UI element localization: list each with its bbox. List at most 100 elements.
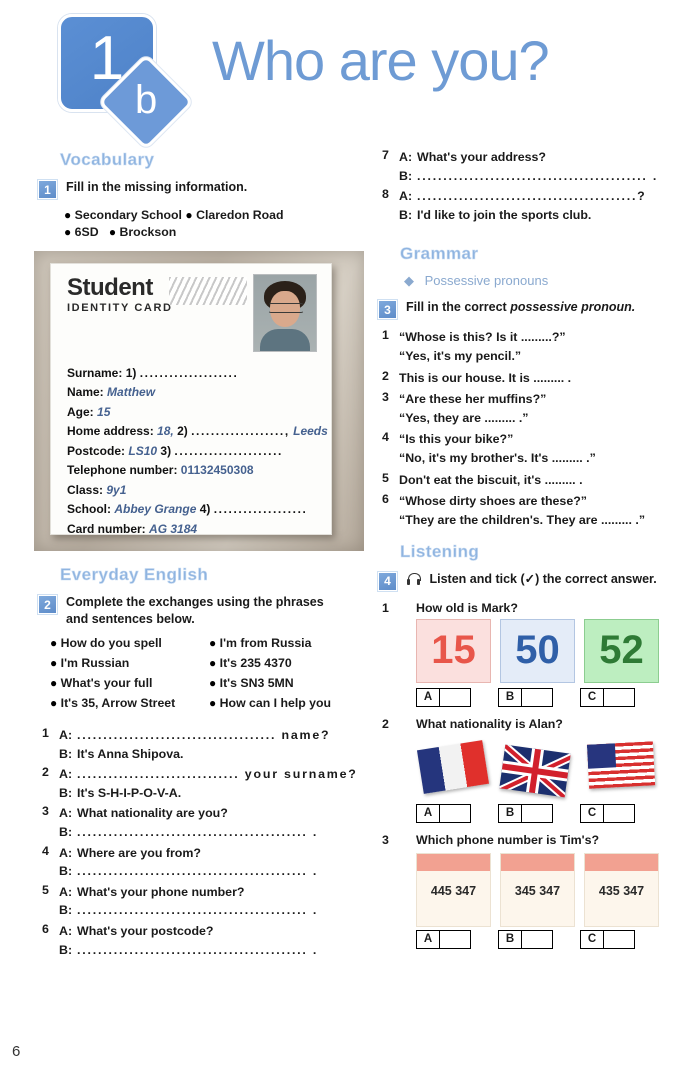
speaker-b-label: B: <box>59 746 73 761</box>
answer-blank[interactable]: ..................., <box>191 424 290 438</box>
wordbank-item: Secondary School <box>74 208 182 222</box>
answer-blank[interactable]: ...................... <box>174 444 283 458</box>
answer-blank[interactable]: ...................................... n… <box>77 726 368 745</box>
item-number: 1 <box>382 600 389 615</box>
instruction-plain: Fill in the correct <box>406 300 511 315</box>
tick-box[interactable] <box>604 803 635 823</box>
grammar-line[interactable]: “They are the children's. They are .....… <box>399 511 683 530</box>
vocabulary-heading: Vocabulary <box>60 150 155 170</box>
grammar-line[interactable]: “No, it's my brother's. It's ......... .… <box>399 449 683 468</box>
field-marker: 1) <box>125 366 137 380</box>
bullet-icon: ● <box>50 676 58 690</box>
exercise-2-row: 2 Complete the exchanges using the phras… <box>38 594 368 627</box>
speaker-b-label: B: <box>59 785 73 800</box>
field-marker: 3) <box>160 443 172 458</box>
bullet-icon: ● <box>64 208 72 222</box>
wordbank-line: ● Secondary School ● Claredon Road <box>64 208 368 222</box>
exchange-item: 2 A: ............................... your… <box>42 765 368 802</box>
tick-box[interactable] <box>440 929 471 949</box>
page-title: Who are you? <box>212 29 550 92</box>
right-column: 7 A: What's your address? B:.............… <box>378 148 683 949</box>
answer-blank[interactable]: ............................... your sur… <box>77 765 368 784</box>
option-letter: B <box>498 803 522 823</box>
answer-blank[interactable]: ........................................… <box>417 187 683 206</box>
item-number: 1 <box>382 328 389 343</box>
answer-option-c[interactable]: C <box>580 687 653 707</box>
option-letter: B <box>498 929 522 949</box>
exercise-2-badge: 2 <box>38 595 57 614</box>
answer-option-b[interactable]: B <box>498 803 571 823</box>
answer-blank[interactable]: ........................................… <box>77 901 368 920</box>
tick-box[interactable] <box>604 687 635 707</box>
exchange-item: 8 A:....................................… <box>382 187 683 224</box>
option-letter: C <box>580 929 604 949</box>
card-header-band <box>417 853 490 871</box>
tick-box[interactable] <box>522 687 553 707</box>
answer-option-a[interactable]: A <box>416 803 489 823</box>
bullet-icon: ● <box>209 696 217 710</box>
number-card-b: 50 <box>500 618 575 683</box>
grammar-line[interactable]: Don't eat the biscuit, it's ......... . <box>399 471 683 490</box>
usa-flag-icon <box>586 740 656 789</box>
listening-instruction-text: Listen and tick (✓) the correct answer. <box>429 571 657 586</box>
bullet-icon: ● <box>64 225 72 239</box>
answer-blank[interactable]: ........................................… <box>77 823 368 842</box>
id-card-subtitle: IDENTITY CARD <box>67 302 173 314</box>
tick-box[interactable] <box>440 687 471 707</box>
question-text: What's your address? <box>417 150 546 164</box>
answer-option-c[interactable]: C <box>580 929 653 949</box>
glasses-icon <box>268 303 304 313</box>
bullet-icon: ● <box>209 676 217 690</box>
tick-box[interactable] <box>522 803 553 823</box>
tick-box[interactable] <box>522 929 553 949</box>
grammar-line[interactable]: “Yes, they are ......... .” <box>399 409 683 428</box>
speaker-a-label: A: <box>399 189 413 204</box>
field-value: LS10 <box>128 443 158 458</box>
item-number: 3 <box>382 390 389 405</box>
speaker-b-label: B: <box>59 825 73 840</box>
grammar-line: “Are these her muffins?” <box>399 392 547 407</box>
phone-number: 435 347 <box>598 883 645 898</box>
id-field-name: Name: Matthew <box>67 383 319 402</box>
phrase-item: ● How can I help you <box>209 696 332 710</box>
grammar-heading: Grammar <box>400 244 479 264</box>
answer-blank[interactable]: ................... <box>214 502 308 516</box>
id-field-school: School: Abbey Grange 4) ................… <box>67 500 319 519</box>
item-number: 2 <box>382 368 389 383</box>
answer-blank[interactable]: .................... <box>140 366 239 380</box>
field-value-suffix: Leeds <box>293 424 328 439</box>
bullet-icon: ● <box>108 225 117 239</box>
answer-blank[interactable]: ........................................… <box>77 941 368 960</box>
speaker-a-label: A: <box>59 845 73 860</box>
answer-option-c[interactable]: C <box>580 803 653 823</box>
question-text: What nationality is Alan? <box>416 716 563 731</box>
exchange-item: 5 A: What's your phone number? B:........… <box>42 883 368 920</box>
answer-blank[interactable]: ........................................… <box>77 862 368 881</box>
id-card-title-block: Student IDENTITY CARD <box>67 274 173 315</box>
answer-option-b[interactable]: B <box>498 929 571 949</box>
speaker-b-label: B: <box>59 864 73 879</box>
bullet-icon: ● <box>185 208 193 222</box>
option-letter: A <box>416 929 440 949</box>
id-field-telephone: Telephone number: 01132450308 <box>67 461 319 480</box>
answer-blank[interactable]: ........................................… <box>417 167 683 186</box>
exercise-1-instruction: Fill in the missing information. <box>66 180 248 194</box>
tick-box[interactable] <box>440 803 471 823</box>
answer-option-b[interactable]: B <box>498 687 571 707</box>
phrase-item: ● It's 235 4370 <box>209 656 292 670</box>
grammar-item: 5 Don't eat the biscuit, it's ......... … <box>382 471 683 490</box>
instruction-line-1: Complete the exchanges using the phrases <box>66 595 324 609</box>
exercise-4-badge: 4 <box>378 571 397 591</box>
grammar-line: “Yes, it's my pencil.” <box>399 349 522 364</box>
answer-option-a[interactable]: A <box>416 687 489 707</box>
grammar-item: 6 “Whose dirty shoes are these?” “They a… <box>382 492 683 529</box>
grammar-line[interactable]: “Whose is this? Is it .........?” <box>399 328 683 347</box>
id-card-title: Student <box>67 274 153 301</box>
tick-box[interactable] <box>604 929 635 949</box>
answer-option-a[interactable]: A <box>416 929 489 949</box>
option-letter: A <box>416 687 440 707</box>
item-number: 1 <box>42 726 49 740</box>
answer-text: I'd like to join the sports club. <box>417 207 592 222</box>
unit-letter: b <box>134 78 158 122</box>
grammar-line[interactable]: This is our house. It is ......... . <box>399 369 683 388</box>
